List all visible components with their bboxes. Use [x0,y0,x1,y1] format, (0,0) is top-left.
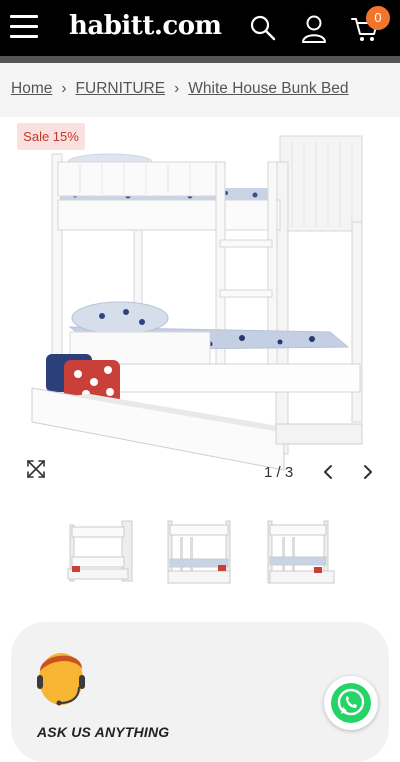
chevron-right-icon: › [61,80,67,97]
sale-badge: Sale 15% [17,123,85,150]
chevron-left-icon [324,465,332,479]
header-divider [0,56,400,63]
menu-icon-bar [10,25,38,28]
menu-button[interactable] [10,15,40,41]
whatsapp-icon [331,683,371,723]
user-icon [302,15,326,43]
chevron-right-icon [364,465,372,479]
ask-us-anything-label[interactable]: ASK US ANYTHING [37,724,169,740]
expand-icon [27,460,45,478]
search-button[interactable] [249,14,279,44]
breadcrumb-home[interactable]: Home [11,80,52,97]
zoom-button[interactable] [26,459,48,481]
search-icon [250,15,276,41]
thumbnail-1[interactable] [64,517,136,591]
thumbnail-2[interactable] [164,517,236,591]
image-thumbnails [0,517,400,593]
whatsapp-button[interactable] [324,676,378,730]
product-image[interactable] [30,132,370,477]
breadcrumb: Home › FURNITURE › White House Bunk Bed [11,80,349,98]
site-logo[interactable]: habitt.com [69,11,222,41]
cart-count-badge: 0 [366,6,390,30]
menu-icon [10,15,38,18]
thumbnail-3[interactable] [264,517,336,591]
next-image-button[interactable] [360,462,378,484]
breadcrumb-current-product[interactable]: White House Bunk Bed [188,80,348,97]
account-button[interactable] [300,14,330,44]
support-agent-icon [37,653,85,706]
chevron-right-icon: › [174,80,180,97]
breadcrumb-furniture[interactable]: FURNITURE [76,80,166,97]
image-pager: 1 / 3 [264,464,294,481]
previous-image-button[interactable] [320,462,338,484]
menu-icon-bar [10,35,38,38]
